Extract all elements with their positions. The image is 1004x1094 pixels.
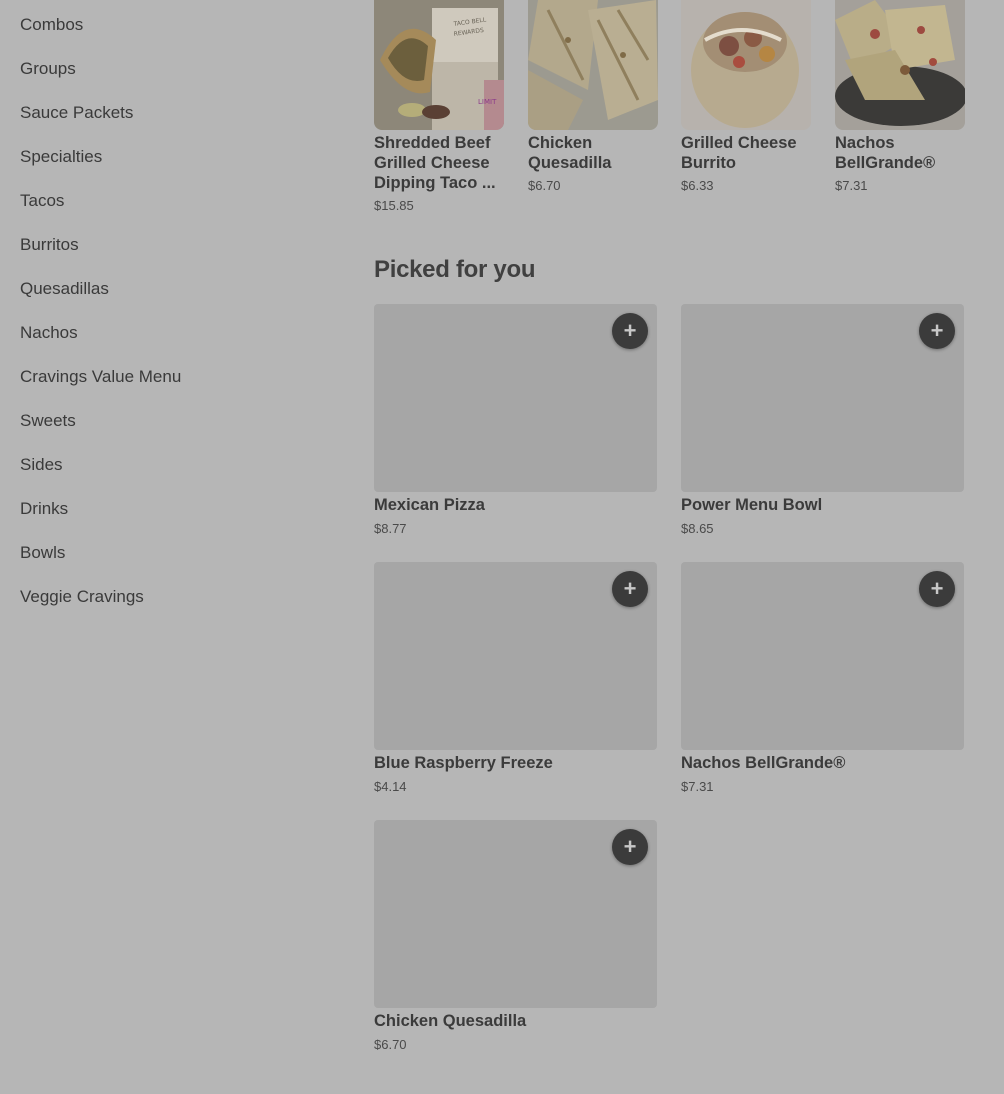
add-to-cart-button[interactable]: + — [612, 313, 648, 349]
item-name: Power Menu Bowl — [681, 496, 823, 514]
category-groups[interactable]: Groups — [20, 59, 76, 79]
item-name: Nachos BellGrande® — [681, 754, 846, 772]
category-drinks[interactable]: Drinks — [20, 499, 68, 519]
menu-item-price: $6.33 — [681, 178, 714, 193]
category-sweets[interactable]: Sweets — [20, 411, 76, 431]
category-cravings-value-menu[interactable]: Cravings Value Menu — [20, 367, 181, 387]
item-price: $4.14 — [374, 779, 407, 794]
picked-item-card[interactable]: + Nachos BellGrande® $7.31 — [681, 562, 964, 802]
category-veggie-cravings[interactable]: Veggie Cravings — [20, 587, 144, 607]
menu-item-name: Nachos BellGrande® — [835, 134, 936, 172]
svg-text:LIMIT: LIMIT — [478, 98, 497, 106]
burrito-image — [681, 0, 811, 130]
category-quesadillas[interactable]: Quesadillas — [20, 279, 109, 299]
add-to-cart-button[interactable]: + — [919, 313, 955, 349]
nachos-image — [835, 0, 965, 130]
category-burritos[interactable]: Burritos — [20, 235, 79, 255]
quesadilla-image — [528, 0, 658, 130]
menu-item-price: $7.31 — [835, 178, 868, 193]
picked-item-card[interactable]: + Chicken Quesadilla $6.70 — [374, 820, 657, 1060]
item-price: $8.65 — [681, 521, 714, 536]
item-price: $8.77 — [374, 521, 407, 536]
item-name: Chicken Quesadilla — [374, 1012, 527, 1030]
menu-item-price: $6.70 — [528, 178, 561, 193]
item-name: Mexican Pizza — [374, 496, 485, 514]
add-to-cart-button[interactable]: + — [612, 829, 648, 865]
picked-item-card[interactable]: + Power Menu Bowl $8.65 — [681, 304, 964, 544]
category-nachos[interactable]: Nachos — [20, 323, 78, 343]
taco-meal-box-image: TACO BELL REWARDS LIMIT — [374, 0, 504, 130]
add-to-cart-button[interactable]: + — [919, 571, 955, 607]
menu-item-name: Grilled Cheese Burrito — [681, 134, 797, 172]
item-price: $6.70 — [374, 1037, 407, 1052]
category-sides[interactable]: Sides — [20, 455, 63, 475]
picked-item-card[interactable]: + Blue Raspberry Freeze $4.14 — [374, 562, 657, 802]
category-specialties[interactable]: Specialties — [20, 147, 102, 167]
add-to-cart-button[interactable]: + — [612, 571, 648, 607]
category-tacos[interactable]: Tacos — [20, 191, 64, 211]
menu-item-price: $15.85 — [374, 198, 414, 213]
category-combos[interactable]: Combos — [20, 15, 83, 35]
menu-item-name: Shredded Beef Grilled Cheese Dipping Tac… — [374, 134, 496, 192]
category-sauce-packets[interactable]: Sauce Packets — [20, 103, 133, 123]
picked-item-card[interactable]: + Mexican Pizza $8.77 — [374, 304, 657, 544]
item-price: $7.31 — [681, 779, 714, 794]
item-name: Blue Raspberry Freeze — [374, 754, 553, 772]
section-title: Picked for you — [374, 256, 536, 283]
category-bowls[interactable]: Bowls — [20, 543, 65, 563]
menu-item-name: Chicken Quesadilla — [528, 134, 612, 172]
